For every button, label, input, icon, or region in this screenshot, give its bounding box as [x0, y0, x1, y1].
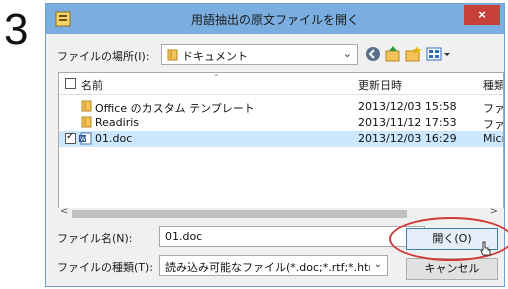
documents-folder-icon — [167, 49, 178, 61]
cancel-button[interactable]: キャンセル — [406, 258, 498, 280]
list-item[interactable]: Readiris 2013/11/12 17:53 ファイ. — [59, 115, 504, 131]
chevron-down-icon: ⌄ — [342, 47, 352, 60]
open-file-dialog: 用語抽出の原文ファイルを開く × ファイルの場所(I): ドキュメント ⌄ 名前… — [45, 3, 508, 287]
close-icon: × — [478, 7, 486, 22]
select-all-checkbox[interactable] — [65, 78, 76, 89]
file-date: 2013/12/03 16:29 — [358, 132, 457, 145]
close-button[interactable]: × — [464, 5, 500, 25]
file-name: Readiris — [95, 116, 140, 129]
file-type: ファイ. — [483, 118, 504, 131]
svg-text:W: W — [80, 136, 86, 143]
folder-icon — [81, 100, 92, 112]
word-doc-icon: W — [79, 132, 92, 145]
sort-caret-icon: ⌃ — [213, 73, 220, 82]
folder-icon — [81, 116, 92, 128]
location-value: ドキュメント — [182, 50, 248, 63]
step-number: 3 — [4, 5, 29, 54]
filename-input[interactable]: 01.doc — [159, 226, 425, 247]
file-checkbox[interactable] — [65, 131, 76, 144]
back-icon[interactable] — [364, 45, 382, 63]
list-header: 名前 ⌃ 更新日時 種類 — [59, 73, 503, 95]
filetype-value: 読み込み可能なファイル(*.doc;*.rtf;*.htm;*.h — [165, 261, 370, 274]
list-item-selected[interactable]: W 01.doc 2013/12/03 16:29 Micro — [59, 131, 503, 147]
up-folder-icon[interactable] — [384, 45, 402, 63]
list-item[interactable]: Office のカスタム テンプレート 2013/12/03 15:58 ファイ… — [59, 99, 504, 115]
file-type: Micro — [483, 132, 503, 145]
dialog-title: 用語抽出の原文ファイルを開く — [190, 13, 359, 27]
file-type: ファイ. — [483, 102, 504, 115]
column-header-name[interactable]: 名前 — [81, 77, 103, 93]
location-label: ファイルの場所(I): — [57, 50, 150, 63]
scroll-thumb[interactable] — [72, 210, 407, 218]
file-list[interactable]: 名前 ⌃ 更新日時 種類 Office のカスタム テンプレート 2013/12… — [58, 72, 504, 220]
horizontal-scrollbar[interactable]: < > — [58, 206, 504, 220]
filetype-label: ファイルの種類(T): — [57, 261, 154, 274]
title-bar[interactable]: 用語抽出の原文ファイルを開く × — [46, 4, 504, 34]
file-name: 01.doc — [95, 132, 133, 145]
mouse-cursor-icon — [480, 241, 491, 256]
location-dropdown[interactable]: ドキュメント ⌄ — [161, 44, 358, 65]
file-date: 2013/11/12 17:53 — [358, 116, 457, 129]
column-header-type[interactable]: 種類 — [483, 77, 503, 93]
view-menu-icon[interactable] — [426, 45, 452, 63]
scroll-right-icon[interactable]: > — [490, 206, 498, 217]
column-header-date[interactable]: 更新日時 — [358, 77, 402, 93]
chevron-down-icon: ⌄ — [373, 259, 382, 270]
file-date: 2013/12/03 15:58 — [358, 100, 457, 113]
filetype-dropdown[interactable]: 読み込み可能なファイル(*.doc;*.rtf;*.htm;*.h ⌄ — [159, 255, 388, 276]
filename-label: ファイル名(N): — [57, 232, 133, 245]
file-name: Office のカスタム テンプレート — [95, 102, 255, 115]
new-folder-icon[interactable] — [404, 45, 422, 63]
scroll-left-icon[interactable]: < — [60, 206, 68, 217]
